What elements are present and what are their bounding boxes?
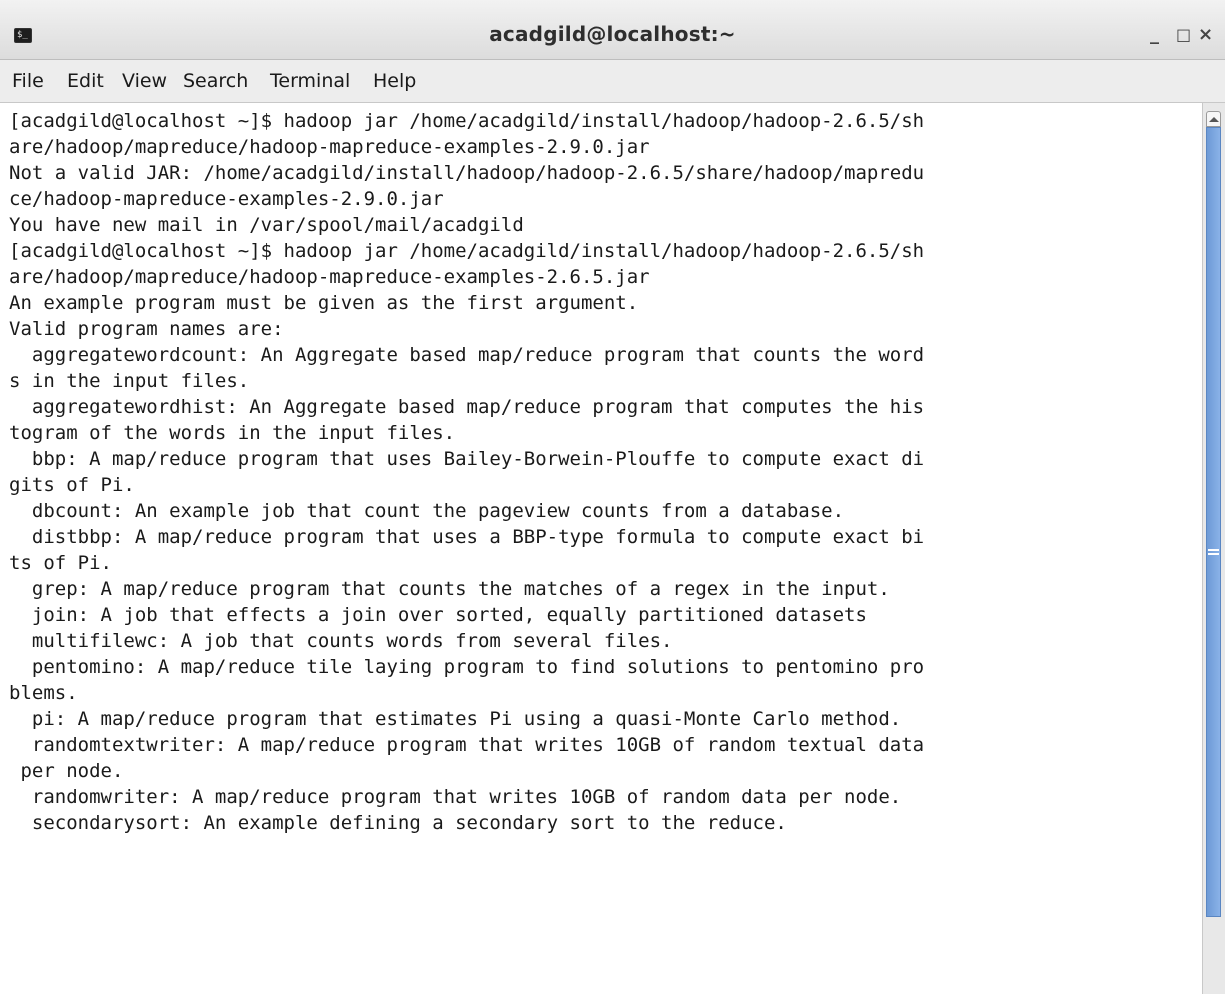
maximize-button[interactable]: □ bbox=[1176, 24, 1191, 46]
menu-edit[interactable]: Edit bbox=[67, 70, 104, 92]
terminal-line: multifilewc: A job that counts words fro… bbox=[9, 630, 673, 652]
terminal-line: grep: A map/reduce program that counts t… bbox=[9, 578, 890, 600]
terminal-line: An example program must be given as the … bbox=[9, 292, 639, 314]
terminal-line: blems. bbox=[9, 682, 78, 704]
terminal-line: per node. bbox=[9, 760, 124, 782]
terminal-line: randomwriter: A map/reduce program that … bbox=[9, 786, 902, 808]
terminal-line: are/hadoop/mapreduce/hadoop-mapreduce-ex… bbox=[9, 266, 650, 288]
menu-help[interactable]: Help bbox=[373, 70, 416, 92]
terminal-line: distbbp: A map/reduce program that uses … bbox=[9, 526, 925, 548]
terminal-output[interactable]: [acadgild@localhost ~]$ hadoop jar /home… bbox=[0, 103, 1202, 994]
minimize-button[interactable]: _ bbox=[1150, 24, 1159, 46]
menu-bar: File Edit View Search Terminal Help bbox=[0, 60, 1225, 103]
terminal-line: bbp: A map/reduce program that uses Bail… bbox=[9, 448, 925, 470]
scroll-up-arrow-icon[interactable] bbox=[1206, 111, 1221, 127]
terminal-line: [acadgild@localhost ~]$ hadoop jar /home… bbox=[9, 240, 925, 262]
terminal-line: You have new mail in /var/spool/mail/aca… bbox=[9, 214, 524, 236]
close-button[interactable]: × bbox=[1198, 24, 1213, 46]
terminal-line: secondarysort: An example defining a sec… bbox=[9, 812, 787, 834]
menu-view[interactable]: View bbox=[122, 70, 167, 92]
terminal-line: join: A job that effects a join over sor… bbox=[9, 604, 867, 626]
terminal-line: aggregatewordhist: An Aggregate based ma… bbox=[9, 396, 925, 418]
title-bar[interactable]: $_ acadgild@localhost:~ _ □ × bbox=[0, 0, 1225, 60]
terminal-line: are/hadoop/mapreduce/hadoop-mapreduce-ex… bbox=[9, 136, 650, 158]
terminal-window: $_ acadgild@localhost:~ _ □ × File Edit … bbox=[0, 0, 1225, 994]
terminal-line: dbcount: An example job that count the p… bbox=[9, 500, 845, 522]
terminal-line: [acadgild@localhost ~]$ hadoop jar /home… bbox=[9, 110, 925, 132]
menu-file[interactable]: File bbox=[12, 70, 44, 92]
terminal-line: togram of the words in the input files. bbox=[9, 422, 456, 444]
grip-icon bbox=[1208, 549, 1219, 559]
menu-terminal[interactable]: Terminal bbox=[270, 70, 350, 92]
terminal-line: randomtextwriter: A map/reduce program t… bbox=[9, 734, 925, 756]
terminal-line: ce/hadoop-mapreduce-examples-2.9.0.jar bbox=[9, 188, 444, 210]
terminal-line: gits of Pi. bbox=[9, 474, 135, 496]
vertical-scrollbar[interactable] bbox=[1202, 103, 1225, 994]
window-title: acadgild@localhost:~ bbox=[489, 22, 736, 46]
menu-search[interactable]: Search bbox=[183, 70, 248, 92]
terminal-line: Valid program names are: bbox=[9, 318, 284, 340]
terminal-line: aggregatewordcount: An Aggregate based m… bbox=[9, 344, 925, 366]
terminal-line: ts of Pi. bbox=[9, 552, 112, 574]
scrollbar-thumb[interactable] bbox=[1206, 127, 1221, 917]
terminal-line: Not a valid JAR: /home/acadgild/install/… bbox=[9, 162, 925, 184]
terminal-line: pentomino: A map/reduce tile laying prog… bbox=[9, 656, 925, 678]
terminal-line: pi: A map/reduce program that estimates … bbox=[9, 708, 902, 730]
terminal-line: s in the input files. bbox=[9, 370, 250, 392]
